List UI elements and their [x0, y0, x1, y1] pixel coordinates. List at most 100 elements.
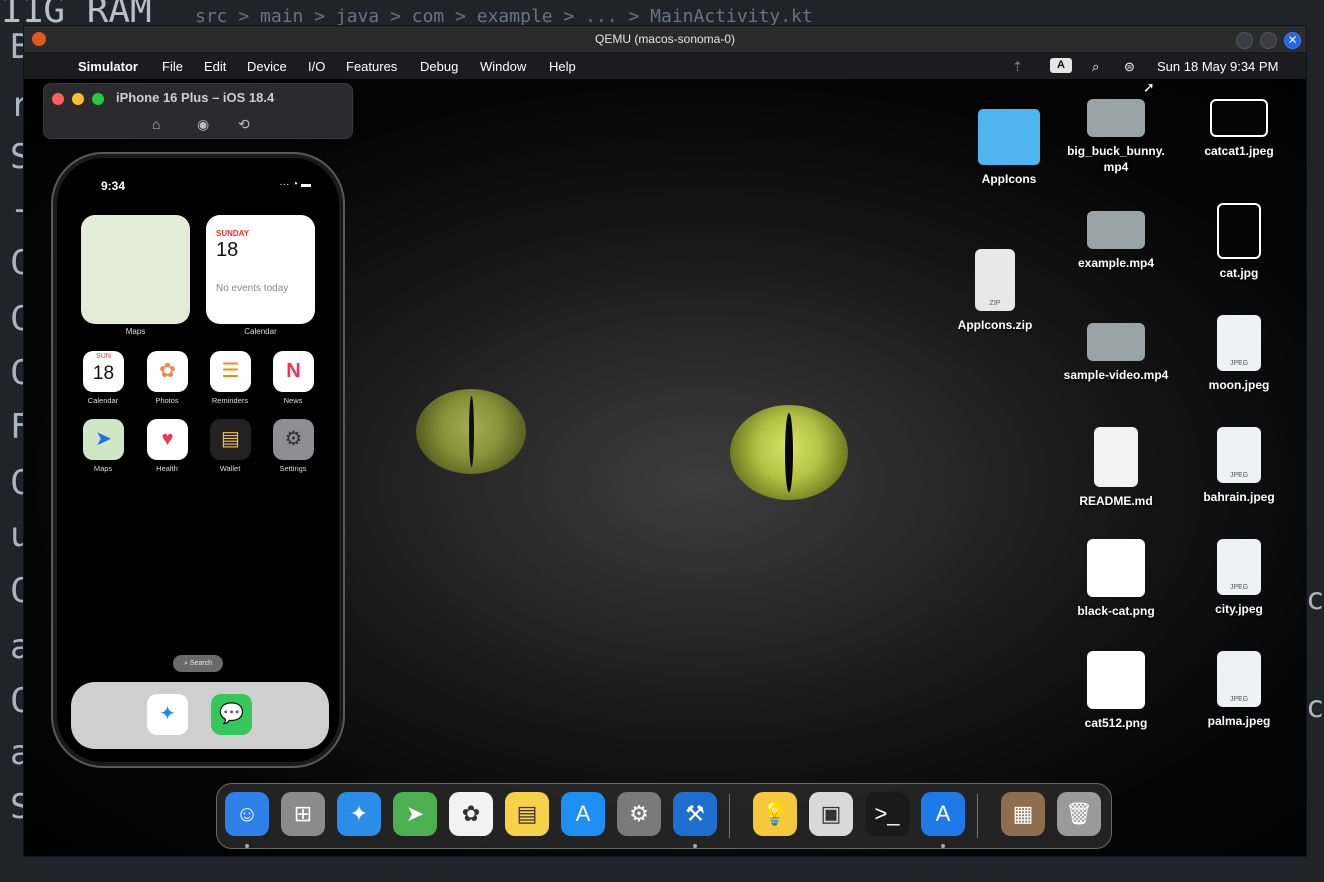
- desktop-file-label: city.jpeg: [1215, 602, 1263, 616]
- maps-widget[interactable]: [81, 215, 190, 324]
- desktop-file[interactable]: cat.jpg: [1179, 203, 1299, 303]
- menu-help[interactable]: Help: [549, 59, 576, 74]
- image-file-icon: [1087, 539, 1145, 597]
- video-thumbnail-icon: [1087, 99, 1145, 137]
- dock-item[interactable]: A: [561, 792, 605, 836]
- desktop-file[interactable]: AppIcons: [949, 109, 1069, 209]
- home-search-pill[interactable]: ⌕ Search: [173, 655, 223, 672]
- menu-features[interactable]: Features: [346, 59, 397, 74]
- menu-clock[interactable]: Sun 18 May 9:34 PM: [1157, 59, 1278, 74]
- menu-window[interactable]: Window: [480, 59, 526, 74]
- desktop-file[interactable]: big_buck_bunny. mp4: [1056, 99, 1176, 181]
- calendar-widget[interactable]: SUNDAY 18 No events today: [206, 215, 315, 324]
- home-icon[interactable]: ⌂: [152, 116, 160, 132]
- maximize-button[interactable]: [1260, 32, 1277, 49]
- app-calendar[interactable]: SUN 18: [83, 351, 124, 392]
- app-health-label: Health: [156, 464, 178, 473]
- desktop-file[interactable]: JPEG city.jpeg: [1179, 539, 1299, 639]
- dock-item[interactable]: >_: [865, 792, 909, 836]
- calendar-widget-day: SUNDAY: [216, 229, 250, 238]
- desktop-file[interactable]: JPEG palma.jpeg: [1179, 651, 1299, 751]
- dock-item[interactable]: ▦: [1001, 792, 1045, 836]
- calendar-widget-date: 18: [216, 239, 239, 261]
- simulator-window-toolbar: iPhone 16 Plus – iOS 18.4 ⌂ ◉ ⟲: [43, 83, 353, 139]
- desktop-file[interactable]: ZIP AppIcons.zip: [935, 249, 1055, 355]
- desktop-file-label: AppIcons: [981, 172, 1037, 186]
- menu-debug[interactable]: Debug: [420, 59, 458, 74]
- video-thumbnail-icon: [1087, 323, 1145, 361]
- dock-running-indicator: [693, 844, 697, 848]
- dock-app-safari[interactable]: ✦: [147, 694, 188, 735]
- spotlight-search-icon[interactable]: ⌕: [1092, 59, 1099, 75]
- control-center-icon[interactable]: ⊜: [1124, 59, 1135, 75]
- dock-item[interactable]: ▤: [505, 792, 549, 836]
- dock-item[interactable]: ▣: [809, 792, 853, 836]
- desktop-file[interactable]: README.md: [1056, 427, 1176, 531]
- close-button[interactable]: ✕: [1284, 32, 1301, 49]
- desktop[interactable]: iPhone 16 Plus – iOS 18.4 ⌂ ◉ ⟲ 9:34 ···…: [24, 79, 1306, 856]
- desktop-file[interactable]: sample-video.mp4: [1056, 323, 1176, 405]
- dock-running-indicator: [245, 844, 249, 848]
- image-file-icon: [1217, 203, 1261, 259]
- app-wallet-label: Wallet: [219, 464, 241, 473]
- app-reminders[interactable]: ☰: [210, 351, 251, 392]
- dock-app-messages[interactable]: 💬: [211, 694, 252, 735]
- desktop-file-label: catcat1.jpeg: [1204, 144, 1274, 158]
- dock-item[interactable]: ✦: [337, 792, 381, 836]
- dock-item[interactable]: ⚙: [617, 792, 661, 836]
- app-photos[interactable]: ✿: [147, 351, 188, 392]
- image-file-icon: JPEG: [1217, 427, 1261, 483]
- dock-separator: [729, 794, 730, 838]
- desktop-file[interactable]: JPEG moon.jpeg: [1179, 315, 1299, 415]
- desktop-file[interactable]: example.mp4: [1056, 211, 1176, 293]
- image-file-icon: JPEG: [1217, 315, 1261, 371]
- simulator-minimize-button[interactable]: [72, 93, 84, 105]
- simulator-close-button[interactable]: [52, 93, 64, 105]
- phone-time: 9:34: [101, 179, 126, 193]
- app-settings[interactable]: ⚙: [273, 419, 314, 460]
- image-file-icon: [1087, 651, 1145, 709]
- document-icon: [1094, 427, 1138, 487]
- desktop-file-label: cat.jpg: [1219, 266, 1259, 280]
- app-maps[interactable]: ➤: [83, 419, 124, 460]
- dock-item[interactable]: 💡: [753, 792, 797, 836]
- menu-file[interactable]: File: [162, 59, 183, 74]
- input-source-icon[interactable]: A: [1050, 58, 1072, 73]
- menu-simulator[interactable]: Simulator: [78, 59, 138, 74]
- menu-io[interactable]: I/O: [308, 59, 325, 74]
- dock-item[interactable]: ☺: [225, 792, 269, 836]
- app-news[interactable]: N: [273, 351, 314, 392]
- app-photos-label: Photos: [155, 396, 179, 405]
- dock-item[interactable]: A: [921, 792, 965, 836]
- iphone-screen[interactable]: 9:34 ··· ◔ ▬ Maps SUNDAY 18 No events to…: [61, 162, 335, 758]
- app-news-label: News: [283, 396, 303, 405]
- app-wallet[interactable]: ▤: [210, 419, 251, 460]
- dock-item[interactable]: ⊞: [281, 792, 325, 836]
- dock-item[interactable]: ⚒: [673, 792, 717, 836]
- qemu-window-title: QEMU (macos-sonoma-0): [594, 32, 736, 46]
- desktop-file-label: black-cat.png: [1077, 604, 1155, 618]
- wallpaper-cat-eye-right: [730, 405, 848, 500]
- qemu-window: QEMU (macos-sonoma-0) ✕ Simulator File E…: [24, 26, 1306, 856]
- desktop-file-label: sample-video.mp4: [1063, 368, 1169, 382]
- file-type-badge: ZIP: [989, 300, 1001, 307]
- phone-status-icons: ··· ◔ ▬: [279, 179, 311, 190]
- desktop-file[interactable]: catcat1.jpeg: [1179, 99, 1299, 181]
- minimize-button[interactable]: [1236, 32, 1253, 49]
- image-file-icon: JPEG: [1217, 539, 1261, 595]
- file-type-badge: JPEG: [1229, 472, 1249, 479]
- desktop-file[interactable]: JPEG bahrain.jpeg: [1179, 427, 1299, 527]
- app-health[interactable]: ♥: [147, 419, 188, 460]
- desktop-file[interactable]: cat512.png: [1056, 651, 1176, 753]
- simulator-zoom-button[interactable]: [92, 93, 104, 105]
- dock-item[interactable]: ➤: [393, 792, 437, 836]
- menu-device[interactable]: Device: [247, 59, 287, 74]
- menu-edit[interactable]: Edit: [204, 59, 226, 74]
- dock-item[interactable]: ✿: [449, 792, 493, 836]
- rotate-icon[interactable]: ⟲: [238, 116, 250, 133]
- dock-item[interactable]: 🗑: [1057, 792, 1101, 836]
- screenshot-icon[interactable]: ◉: [197, 116, 209, 133]
- desktop-file[interactable]: black-cat.png: [1056, 539, 1176, 641]
- network-status-icon[interactable]: ⇡: [1012, 59, 1023, 75]
- file-type-badge: JPEG: [1229, 696, 1249, 703]
